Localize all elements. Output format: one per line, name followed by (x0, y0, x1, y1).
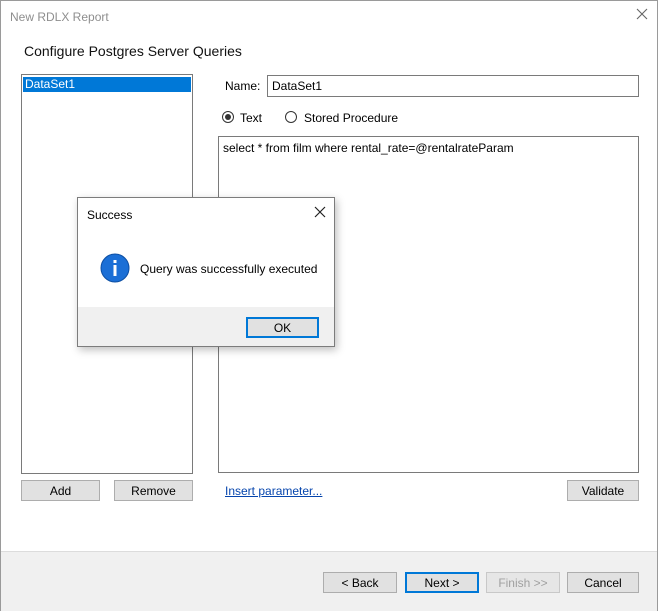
wizard-footer: < Back Next > Finish >> Cancel (1, 551, 657, 611)
next-button[interactable]: Next > (405, 572, 479, 593)
close-icon[interactable] (635, 7, 649, 21)
name-input[interactable]: DataSet1 (267, 75, 639, 97)
dialog-footer: OK (78, 307, 334, 346)
text-radio[interactable] (222, 111, 234, 123)
validate-button[interactable]: Validate (567, 480, 639, 501)
close-icon[interactable] (314, 206, 326, 218)
success-dialog: Success Query was successfully executed … (77, 197, 335, 347)
page-title: Configure Postgres Server Queries (24, 43, 242, 59)
title-bar: New RDLX Report (1, 1, 657, 31)
finish-button: Finish >> (486, 572, 560, 593)
stored-procedure-radio[interactable] (285, 111, 297, 123)
dialog-message: Query was successfully executed (140, 262, 318, 276)
text-radio-label: Text (240, 111, 263, 125)
insert-parameter-link[interactable]: Insert parameter... (225, 484, 322, 498)
window-title: New RDLX Report (10, 10, 109, 24)
name-label: Name: (225, 79, 261, 93)
info-icon (100, 253, 130, 283)
dialog-title: Success (87, 208, 133, 222)
stored-procedure-radio-label: Stored Procedure (304, 111, 399, 125)
list-item[interactable]: DataSet1 (23, 77, 191, 92)
add-button[interactable]: Add (21, 480, 100, 501)
ok-button[interactable]: OK (246, 317, 319, 338)
cancel-button[interactable]: Cancel (567, 572, 639, 593)
back-button[interactable]: < Back (323, 572, 397, 593)
remove-button[interactable]: Remove (114, 480, 193, 501)
